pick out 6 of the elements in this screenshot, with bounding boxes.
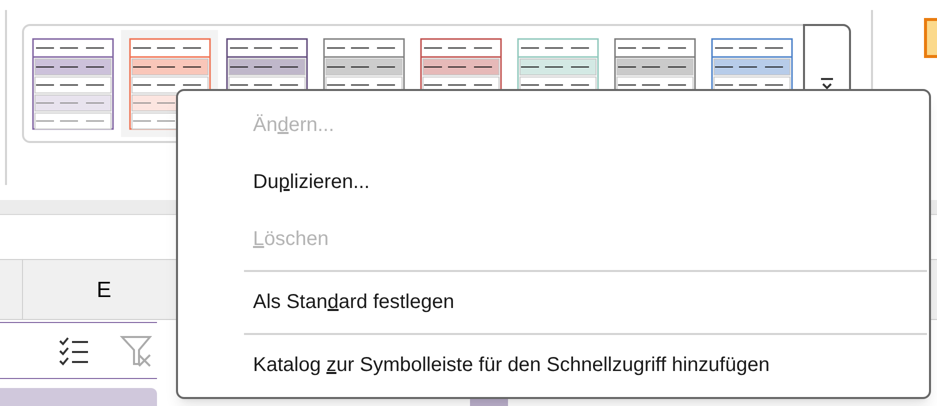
checklist-icon[interactable] [58,336,90,366]
menu-item[interactable]: Als Standard festlegen [178,274,929,331]
expand-icon [820,78,834,91]
menu-item[interactable]: Duplizieren... [178,154,929,211]
column-header[interactable]: E [96,273,112,306]
menu-item[interactable]: Katalog zur Symbolleiste für den Schnellzugriff hinzufügen [178,337,929,394]
